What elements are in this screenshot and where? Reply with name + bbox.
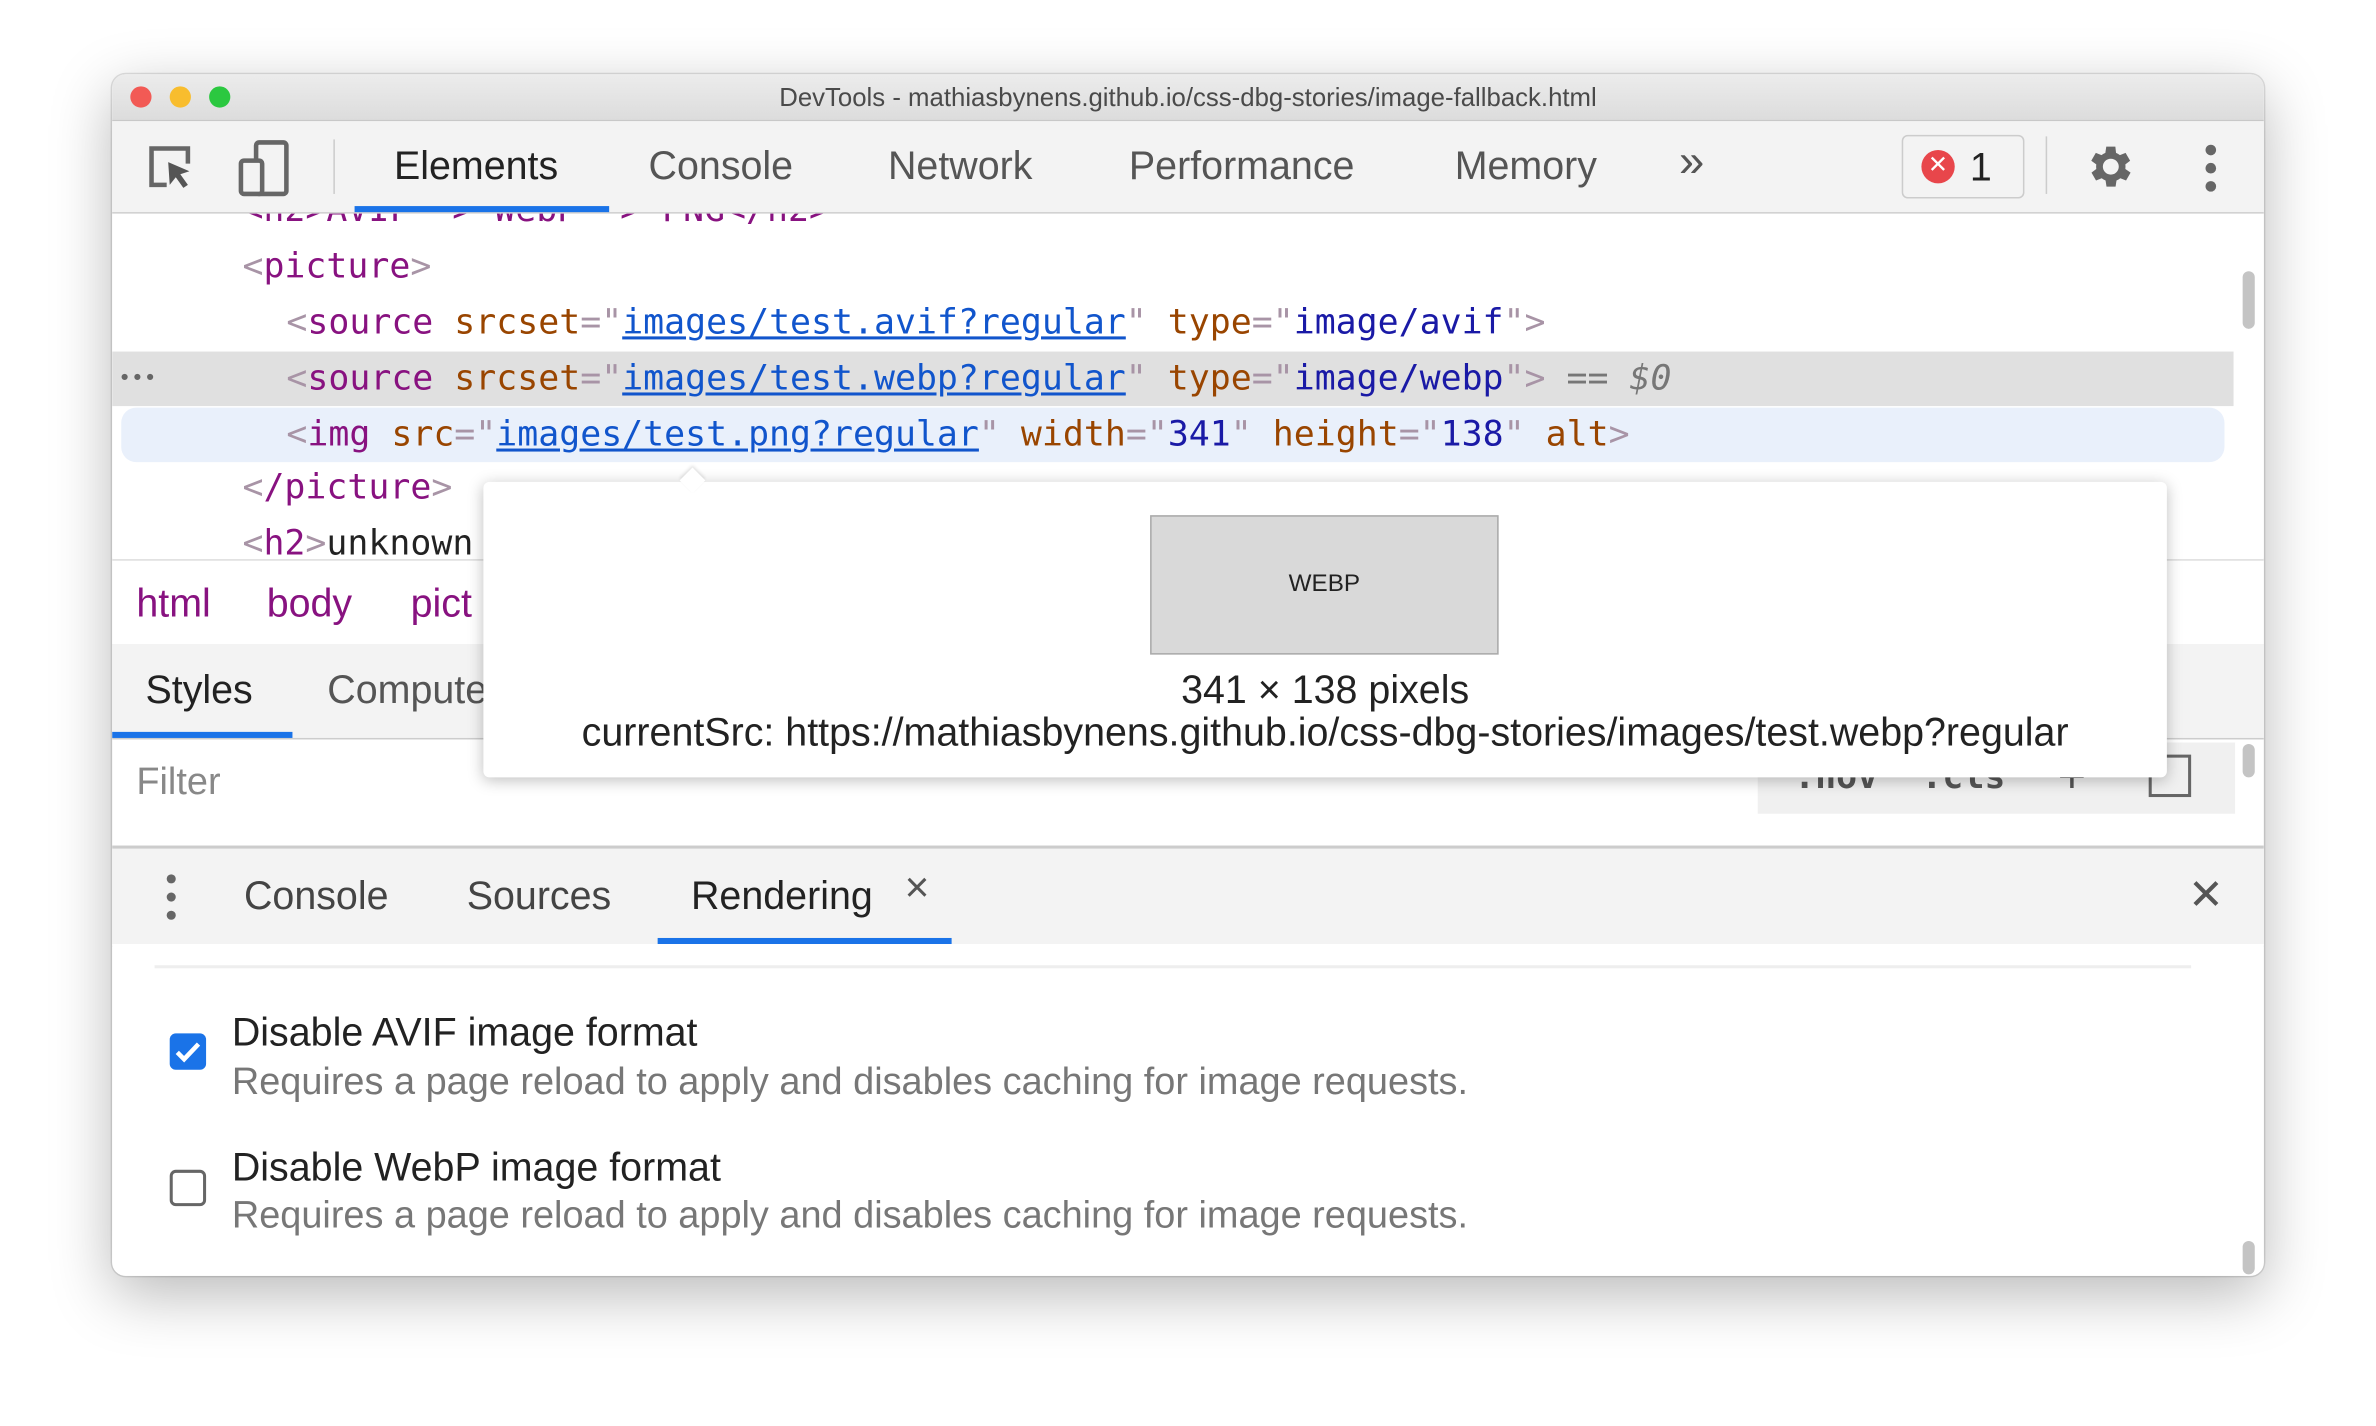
image-preview-label: WEBP xyxy=(1288,571,1361,598)
attr-value: 138 xyxy=(1440,415,1504,455)
dom-node-h2[interactable]: <h2>AVIF -> WebP -> PNG</h2> xyxy=(242,214,2224,238)
image-dimensions: 341 × 138 pixels xyxy=(1181,666,1470,713)
tag-name: picture xyxy=(263,246,411,287)
breadcrumb-body[interactable]: body xyxy=(267,580,352,627)
tab-memory[interactable]: Memory xyxy=(1455,142,1597,189)
tab-computed[interactable]: Compute xyxy=(327,667,487,714)
attr-name: width xyxy=(1020,415,1126,455)
divider xyxy=(154,965,2192,969)
node-actions-dots[interactable]: ••• xyxy=(118,352,156,407)
styles-scrollbar[interactable] xyxy=(2242,744,2255,778)
dom-node-source-webp-selected[interactable]: ••• <source srcset="images/test.webp?regu… xyxy=(112,351,2234,407)
attr-name: srcset xyxy=(454,359,581,399)
settings-gear-icon[interactable] xyxy=(2084,139,2139,201)
tag-name: source xyxy=(307,359,434,399)
attr-name: alt xyxy=(1545,415,1609,455)
attr-name: height xyxy=(1272,415,1399,455)
breadcrumb-picture[interactable]: pict xyxy=(411,580,472,627)
h2-partial: <h2>AVIF -> WebP -> PNG</h2> xyxy=(242,214,830,231)
attr-name: type xyxy=(1167,359,1252,399)
attr-value: image/webp xyxy=(1293,359,1504,399)
tab-network[interactable]: Network xyxy=(888,142,1032,189)
drawer-tabbar: Console Sources Rendering × ✕ xyxy=(112,845,2264,948)
node-text: unknown xyxy=(326,524,474,558)
drawer-menu-icon[interactable] xyxy=(164,873,179,929)
drawer-tab-rendering[interactable]: Rendering xyxy=(691,873,873,920)
srcset-link[interactable]: images/test.webp?regular xyxy=(622,359,1126,398)
disable-avif-checkbox[interactable] xyxy=(169,1033,207,1070)
dom-node-picture[interactable]: <picture> xyxy=(242,239,2224,294)
option-description: Requires a page reload to apply and disa… xyxy=(231,1060,1469,1104)
option-description: Requires a page reload to apply and disa… xyxy=(231,1194,1469,1237)
dom-node-source-avif[interactable]: <source srcset="images/test.avif?regular… xyxy=(286,295,2224,350)
attr-name: type xyxy=(1167,303,1252,343)
error-count: 1 xyxy=(1969,143,1992,190)
close-drawer-button[interactable]: ✕ xyxy=(2188,870,2224,920)
close-rendering-tab-button[interactable]: × xyxy=(905,864,930,912)
image-preview: WEBP xyxy=(1150,515,1499,655)
attr-value: image/avif xyxy=(1293,303,1504,343)
more-tabs-button[interactable]: » xyxy=(1679,136,1704,188)
inspect-element-icon[interactable] xyxy=(145,142,197,201)
tag-name: source xyxy=(307,303,434,343)
attr-name: src xyxy=(391,415,455,455)
error-icon: ✕ xyxy=(1921,150,1955,184)
image-current-src: currentSrc: https://mathiasbynens.github… xyxy=(581,709,2069,755)
image-preview-tooltip: WEBP 341 × 138 pixels currentSrc: https:… xyxy=(483,467,2167,778)
breadcrumb-html[interactable]: html xyxy=(136,580,210,627)
attr-name: srcset xyxy=(454,303,581,343)
dom-node-img-hovered[interactable]: <img src="images/test.png?regular" width… xyxy=(121,407,2225,463)
styles-filter-input[interactable]: Filter xyxy=(136,761,220,805)
tab-styles[interactable]: Styles xyxy=(145,667,252,714)
title-bar: DevTools - mathiasbynens.github.io/css-d… xyxy=(112,74,2264,122)
devtools-window: DevTools - mathiasbynens.github.io/css-d… xyxy=(112,74,2264,1276)
srcset-link[interactable]: images/test.avif?regular xyxy=(622,303,1126,342)
divider xyxy=(2045,136,2048,194)
src-link[interactable]: images/test.png?regular xyxy=(496,415,979,454)
attr-value: 341 xyxy=(1167,415,1231,455)
error-counter-button[interactable]: ✕ 1 xyxy=(1901,134,2025,199)
selected-node-marker: == $0 xyxy=(1566,359,1672,399)
device-toolbar-icon[interactable] xyxy=(236,139,291,204)
window-title: DevTools - mathiasbynens.github.io/css-d… xyxy=(779,83,1597,113)
tab-elements[interactable]: Elements xyxy=(394,142,558,189)
rendering-scrollbar[interactable] xyxy=(2242,1241,2255,1275)
tab-console[interactable]: Console xyxy=(649,142,794,189)
divider xyxy=(333,139,335,194)
option-title: Disable AVIF image format xyxy=(231,1009,698,1055)
checkmark-icon xyxy=(175,1042,201,1063)
disable-webp-checkbox[interactable] xyxy=(169,1169,207,1207)
drawer-tab-sources[interactable]: Sources xyxy=(467,873,612,920)
tab-performance[interactable]: Performance xyxy=(1129,142,1355,189)
more-options-icon[interactable] xyxy=(2200,142,2221,201)
tag-name: /picture xyxy=(263,468,432,508)
main-toolbar: Elements Console Network Performance Mem… xyxy=(112,121,2264,214)
elements-scrollbar[interactable] xyxy=(2242,271,2255,329)
tag-name: img xyxy=(307,415,371,455)
active-tab-indicator xyxy=(354,206,610,213)
option-title: Disable WebP image format xyxy=(231,1144,721,1190)
rendering-panel: Disable AVIF image format Requires a pag… xyxy=(112,944,2264,1276)
drawer-tab-console[interactable]: Console xyxy=(244,873,389,920)
active-tab-indicator xyxy=(112,731,293,738)
